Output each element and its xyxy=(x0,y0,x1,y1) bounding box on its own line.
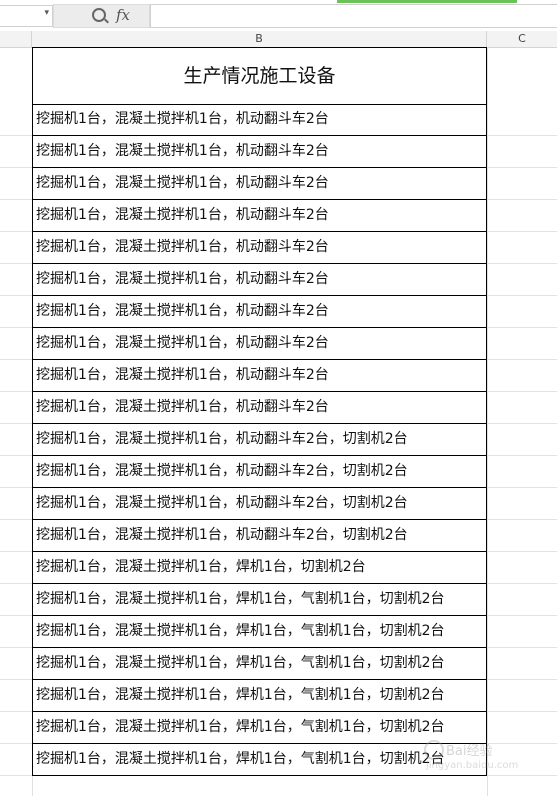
equipment-cell[interactable]: 挖掘机1台，混凝土搅拌机1台，焊机1台，气割机1台，切割机2台 xyxy=(32,616,487,648)
name-box[interactable]: ▾ xyxy=(0,5,53,27)
column-headers: B C xyxy=(0,31,557,48)
equipment-cell[interactable]: 挖掘机1台，混凝土搅拌机1台，机动翻斗车2台，切割机2台 xyxy=(32,488,487,520)
spreadsheet-grid[interactable]: 生产情况施工设备 挖掘机1台，混凝土搅拌机1台，机动翻斗车2台 挖掘机1台，混凝土… xyxy=(0,47,557,796)
zoom-icon[interactable] xyxy=(92,8,106,22)
watermark: Bai经验 jingyan.baidu.com xyxy=(418,736,548,786)
equipment-cell[interactable]: 挖掘机1台，混凝土搅拌机1台，焊机1台，切割机2台 xyxy=(32,552,487,584)
equipment-cell[interactable]: 挖掘机1台，混凝土搅拌机1台，机动翻斗车2台 xyxy=(32,328,487,360)
accent-strip xyxy=(337,0,517,3)
equipment-cell[interactable]: 挖掘机1台，混凝土搅拌机1台，焊机1台，气割机1台，切割机2台 xyxy=(32,680,487,712)
equipment-cell[interactable]: 挖掘机1台，混凝土搅拌机1台，焊机1台，气割机1台，切割机2台 xyxy=(32,584,487,616)
equipment-cell[interactable]: 挖掘机1台，混凝土搅拌机1台，机动翻斗车2台 xyxy=(32,296,487,328)
formula-bar: ▾ fx xyxy=(0,0,557,32)
fx-button[interactable]: fx xyxy=(116,6,130,24)
chevron-down-icon[interactable]: ▾ xyxy=(44,8,49,18)
equipment-cell[interactable]: 挖掘机1台，混凝土搅拌机1台，机动翻斗车2台，切割机2台 xyxy=(32,456,487,488)
column-header-b[interactable]: B xyxy=(32,31,487,47)
watermark-url: jingyan.baidu.com xyxy=(426,760,519,771)
title-cell[interactable]: 生产情况施工设备 xyxy=(32,47,487,105)
paw-icon xyxy=(424,740,444,760)
equipment-cell[interactable]: 挖掘机1台，混凝土搅拌机1台，机动翻斗车2台 xyxy=(32,136,487,168)
equipment-cell[interactable]: 挖掘机1台，混凝土搅拌机1台，焊机1台，气割机1台，切割机2台 xyxy=(32,648,487,680)
column-header-c[interactable]: C xyxy=(487,31,557,47)
watermark-text: Bai经验 xyxy=(446,744,493,759)
equipment-cell[interactable]: 挖掘机1台，混凝土搅拌机1台，机动翻斗车2台，切割机2台 xyxy=(32,424,487,456)
corner-cell[interactable] xyxy=(0,31,32,47)
equipment-cell[interactable]: 挖掘机1台，混凝土搅拌机1台，机动翻斗车2台 xyxy=(32,232,487,264)
formula-input[interactable] xyxy=(150,4,557,28)
equipment-cell[interactable]: 挖掘机1台，混凝土搅拌机1台，机动翻斗车2台，切割机2台 xyxy=(32,520,487,552)
equipment-cell[interactable]: 挖掘机1台，混凝土搅拌机1台，机动翻斗车2台 xyxy=(32,104,487,136)
equipment-cell[interactable]: 挖掘机1台，混凝土搅拌机1台，机动翻斗车2台 xyxy=(32,392,487,424)
equipment-cell[interactable]: 挖掘机1台，混凝土搅拌机1台，机动翻斗车2台 xyxy=(32,360,487,392)
formula-tools: fx xyxy=(53,4,150,28)
equipment-cell[interactable]: 挖掘机1台，混凝土搅拌机1台，机动翻斗车2台 xyxy=(32,168,487,200)
equipment-cell[interactable]: 挖掘机1台，混凝土搅拌机1台，机动翻斗车2台 xyxy=(32,200,487,232)
equipment-cell[interactable]: 挖掘机1台，混凝土搅拌机1台，机动翻斗车2台 xyxy=(32,264,487,296)
